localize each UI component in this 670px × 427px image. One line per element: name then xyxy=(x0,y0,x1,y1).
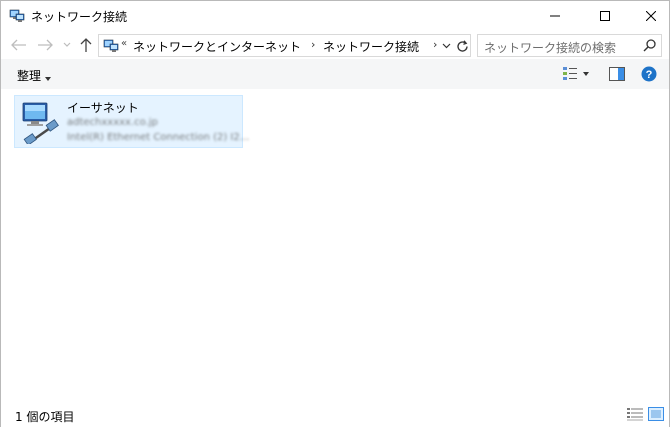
recent-locations-button[interactable] xyxy=(61,35,73,55)
caret-down-icon[interactable] xyxy=(45,70,51,84)
svg-text:?: ? xyxy=(646,69,653,81)
search-icon[interactable] xyxy=(643,38,659,54)
address-bar[interactable]: « ネットワークとインターネット › ネットワーク接続 › xyxy=(98,34,471,57)
large-icons-view-icon[interactable] xyxy=(648,407,664,423)
breadcrumb-overflow[interactable]: « xyxy=(121,38,127,49)
search-box[interactable]: ネットワーク接続の検索 xyxy=(477,34,662,57)
maximize-icon xyxy=(600,11,610,21)
title-bar[interactable]: ネットワーク接続 xyxy=(1,1,669,31)
forward-button[interactable] xyxy=(36,35,54,55)
arrow-left-icon xyxy=(11,39,26,51)
address-dropdown-button[interactable] xyxy=(439,37,453,55)
adapter-network: adtechxxxxx.co.jp xyxy=(67,117,158,128)
help-icon[interactable]: ? xyxy=(640,65,658,83)
change-view-icon[interactable] xyxy=(561,65,579,83)
details-view-icon[interactable] xyxy=(627,407,643,423)
navigation-bar: « ネットワークとインターネット › ネットワーク接続 › ネットワーク接続の検… xyxy=(1,31,669,59)
minimize-button[interactable] xyxy=(532,1,578,31)
refresh-icon xyxy=(456,39,468,52)
command-bar: 整理 ? xyxy=(1,59,669,89)
ethernet-adapter-icon xyxy=(19,100,63,146)
refresh-button[interactable] xyxy=(454,36,470,56)
close-icon xyxy=(646,11,656,21)
search-input[interactable]: ネットワーク接続の検索 xyxy=(484,39,616,56)
chevron-down-icon xyxy=(442,43,450,49)
breadcrumb-separator[interactable]: › xyxy=(311,38,315,51)
minimize-icon xyxy=(550,15,560,17)
back-button[interactable] xyxy=(10,35,28,55)
item-count: 1 個の項目 xyxy=(15,410,75,424)
caret-down-icon[interactable] xyxy=(581,65,591,83)
maximize-button[interactable] xyxy=(582,1,628,31)
status-bar: 1 個の項目 xyxy=(1,403,669,427)
window-title: ネットワーク接続 xyxy=(31,10,128,24)
network-connections-icon xyxy=(103,38,119,54)
arrow-up-icon xyxy=(80,38,92,52)
file-list-view[interactable]: イーサネット adtechxxxxx.co.jp Intel(R) Ethern… xyxy=(1,89,669,399)
breadcrumb-network-connections[interactable]: ネットワーク接続 xyxy=(323,38,419,55)
adapter-device: Intel(R) Ethernet Connection (2) I2... xyxy=(67,132,250,143)
arrow-right-icon xyxy=(38,39,53,51)
breadcrumb-network-internet[interactable]: ネットワークとインターネット xyxy=(133,38,301,55)
chevron-down-icon xyxy=(63,42,71,47)
up-button[interactable] xyxy=(77,35,95,55)
explorer-window: ネットワーク接続 « ネットワークとインターネット › ネットワーク接続 › ネ… xyxy=(0,0,670,427)
adapter-name: イーサネット xyxy=(67,101,139,115)
preview-pane-icon[interactable] xyxy=(608,65,626,83)
network-connections-icon xyxy=(9,8,25,24)
organize-button[interactable]: 整理 xyxy=(17,67,41,84)
close-button[interactable] xyxy=(628,1,670,31)
network-adapter-item[interactable]: イーサネット adtechxxxxx.co.jp Intel(R) Ethern… xyxy=(14,95,249,148)
breadcrumb-separator[interactable]: › xyxy=(433,38,437,51)
